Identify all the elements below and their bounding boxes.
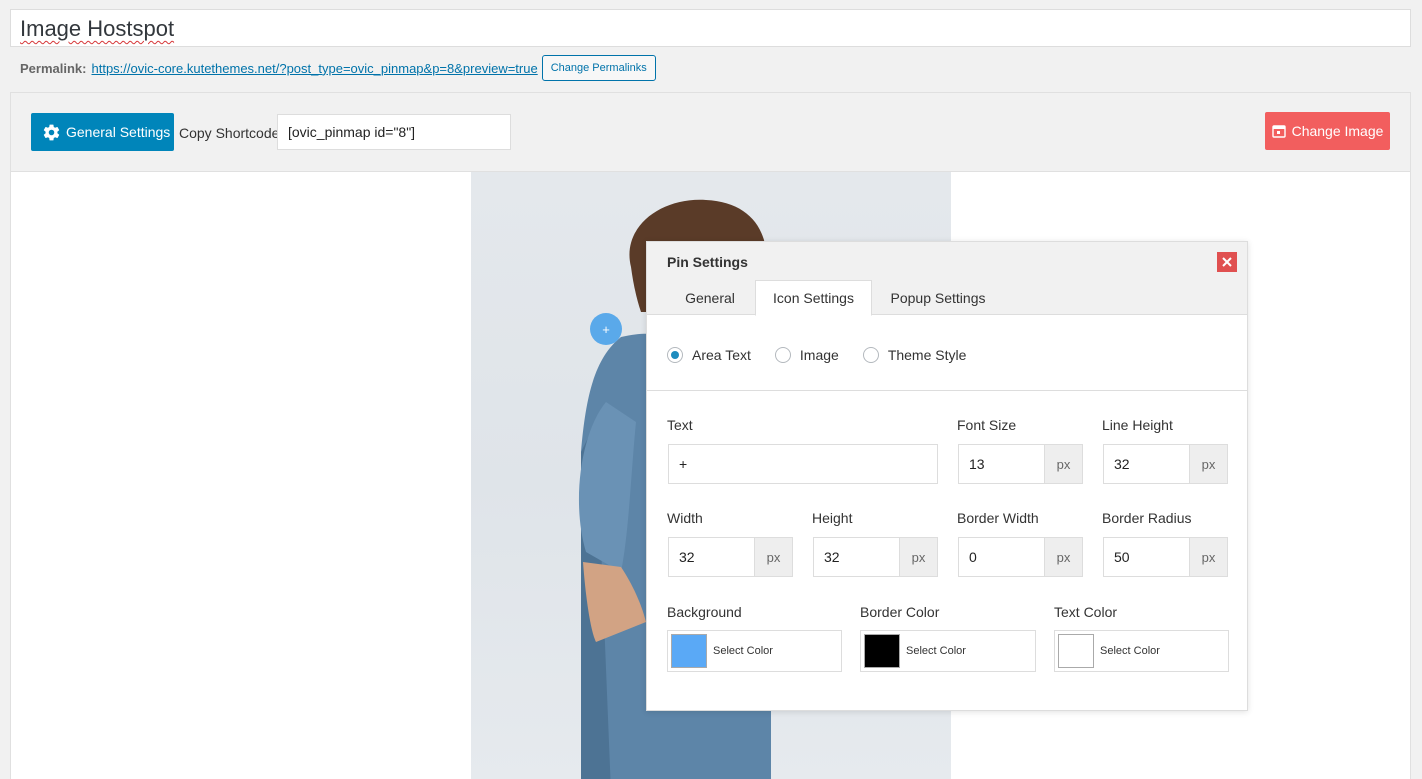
post-title-field[interactable]: Image Hostspot [10,9,1411,47]
line-height-label: Line Height [1102,417,1173,433]
icon-type-radios: Area Text Image Theme Style [667,347,990,363]
text-color-label: Text Color [1054,604,1118,620]
radio-button[interactable] [774,347,791,363]
general-settings-label: General Settings [66,124,171,140]
line-height-input[interactable]: 32 px [1103,444,1228,484]
width-label: Width [667,510,703,526]
permalink-link[interactable]: https://ovic-core.kutethemes.net/?post_t… [91,61,537,76]
height-value: 32 [824,549,840,565]
font-size-label: Font Size [957,417,1017,433]
change-image-button[interactable]: Change Image [1265,112,1390,150]
font-size-input[interactable]: 13 px [958,444,1083,484]
close-button[interactable] [1217,252,1237,272]
pinmap-toolbar: General Settings Copy Shortcode [ovic_pi… [11,93,1410,172]
border-width-input[interactable]: 0 px [958,537,1083,577]
radio-label: Area Text [692,347,751,363]
border-radius-input[interactable]: 50 px [1103,537,1228,577]
height-label: Height [812,510,853,526]
dialog-header: Pin Settings General Icon Settings Popup… [647,242,1247,316]
radio-area-text[interactable]: Area Text [667,347,751,363]
background-color-picker[interactable]: Select Color [667,630,842,672]
close-icon [1222,257,1232,267]
select-color-label: Select Color [906,645,966,657]
dialog-title: Pin Settings [667,254,748,270]
gear-icon [43,124,60,140]
unit-addon: px [1044,445,1082,483]
radio-image[interactable]: Image [774,347,839,363]
border-color-label: Border Color [860,604,940,620]
background-label: Background [667,604,742,620]
width-input[interactable]: 32 px [668,537,793,577]
font-size-value: 13 [969,456,985,472]
radio-button[interactable] [667,347,683,363]
border-width-label: Border Width [957,510,1039,526]
color-swatch [1058,634,1094,668]
copy-shortcode-label: Copy Shortcode [179,125,280,141]
color-swatch [671,634,707,668]
divider [647,390,1247,391]
text-value: + [679,456,688,472]
unit-addon: px [1189,445,1227,483]
select-color-label: Select Color [1100,645,1160,657]
width-value: 32 [679,549,695,565]
change-permalinks-button[interactable]: Change Permalinks [541,55,656,81]
unit-addon: px [899,538,937,576]
general-settings-button[interactable]: General Settings [31,113,174,151]
permalink-label: Permalink: [20,60,87,76]
tab-icon-settings[interactable]: Icon Settings [755,280,872,316]
post-title[interactable]: Image Hostspot [20,16,174,42]
change-image-label: Change Image [1291,123,1384,139]
text-color-picker[interactable]: Select Color [1054,630,1229,672]
radio-button[interactable] [862,347,879,363]
radio-theme-style[interactable]: Theme Style [862,347,967,363]
border-width-value: 0 [969,549,977,565]
hotspot-pin[interactable]: + [590,313,622,345]
permalink-row: Permalink: https://ovic-core.kutethemes.… [20,55,656,81]
tab-general[interactable]: General [665,280,755,316]
pin-settings-dialog: Pin Settings General Icon Settings Popup… [646,241,1248,711]
line-height-value: 32 [1114,456,1130,472]
tab-popup-settings[interactable]: Popup Settings [883,280,993,316]
border-radius-value: 50 [1114,549,1130,565]
border-color-picker[interactable]: Select Color [860,630,1036,672]
border-radius-label: Border Radius [1102,510,1192,526]
radio-label: Theme Style [887,347,967,363]
text-input[interactable]: + [668,444,938,484]
unit-addon: px [754,538,792,576]
text-label: Text [667,417,693,433]
radio-label: Image [799,347,839,363]
shortcode-input[interactable]: [ovic_pinmap id="8"] [277,114,511,150]
calendar-icon [1271,125,1286,138]
color-swatch [864,634,900,668]
height-input[interactable]: 32 px [813,537,938,577]
select-color-label: Select Color [713,645,773,657]
unit-addon: px [1189,538,1227,576]
unit-addon: px [1044,538,1082,576]
